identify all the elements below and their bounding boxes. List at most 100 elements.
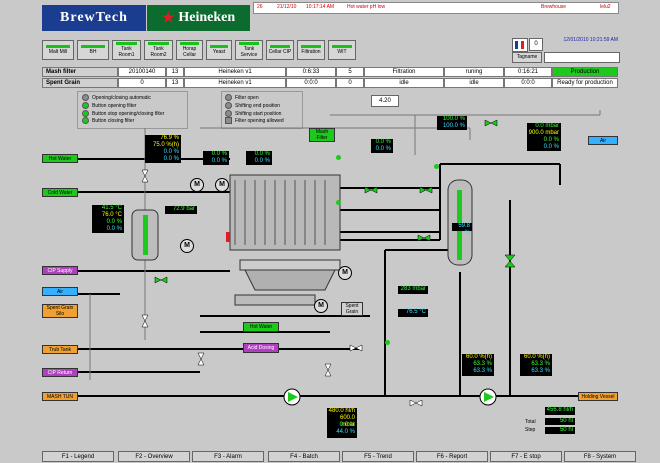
status-dot-icon <box>385 340 390 345</box>
alarm-user: lelu2 <box>600 4 611 10</box>
tag-mash-filter[interactable]: Mash Filter <box>309 128 335 142</box>
row-num: 13 <box>166 78 184 88</box>
row-brand: Heineken v1 <box>184 67 286 77</box>
display-pressure-bar: 72.9 bar <box>165 206 197 214</box>
nav-button[interactable]: BH <box>77 40 109 60</box>
status-dot-icon <box>336 200 341 205</box>
alarm-text: Hot water pH low <box>347 4 386 10</box>
display-step: 50 hl <box>545 427 575 434</box>
nav-button-label: Horap Cellar <box>182 46 197 58</box>
nav-button-label: Filtration <box>301 49 321 55</box>
tag-trub-tank[interactable]: Trub Tank <box>42 345 78 354</box>
nav-button[interactable]: Malt Mill <box>42 40 74 60</box>
tag-hot-water[interactable]: Hot Water <box>42 154 78 163</box>
status-lamp <box>148 42 169 45</box>
row-batch: 20100140 <box>118 67 166 77</box>
row-phase: Filtration <box>364 67 444 77</box>
function-key[interactable]: F6 - Report <box>416 451 488 462</box>
tagname-input[interactable] <box>544 52 620 63</box>
tag-air[interactable]: Air <box>42 287 78 296</box>
star-icon: ★ <box>161 10 175 26</box>
status-lamp <box>210 45 228 48</box>
tag-acid-dosing[interactable]: Acid Dosing <box>243 343 279 353</box>
display-valve-b: 0.0 % 0.0 % <box>246 151 272 165</box>
display-mbar: 283 mbar <box>398 286 428 294</box>
row-batch: 0 <box>118 78 166 88</box>
tag-air-right[interactable]: Air <box>588 136 618 145</box>
row-time1: 0:0:0 <box>286 78 336 88</box>
motor-icon[interactable]: M <box>215 178 229 192</box>
status-dot-icon <box>434 164 439 169</box>
nav-button-label: Yeast <box>212 49 226 55</box>
function-key[interactable]: F5 - Trend <box>342 451 414 462</box>
tag-holding-vessel[interactable]: Holding Vessel <box>578 392 618 401</box>
brewtech-logo: BrewTech <box>42 5 146 31</box>
status-lamp <box>332 45 352 48</box>
row-brand: Heineken v1 <box>184 78 286 88</box>
display-total: 50 hl <box>545 418 575 425</box>
status-lamp <box>270 45 290 48</box>
tag-spent-grain-silo[interactable]: Spent Grain Silo <box>42 304 78 318</box>
nav-button-label: WIT <box>337 49 347 55</box>
nav-button[interactable]: Filtration <box>297 40 325 60</box>
status-lamp <box>116 42 137 45</box>
status-lamp <box>180 42 199 45</box>
motor-icon[interactable]: M <box>180 239 194 253</box>
status-lamp <box>239 42 259 45</box>
clock: 12/01/2010 10:21:59 AM <box>563 37 619 43</box>
function-key[interactable]: F3 - Alarm <box>192 451 264 462</box>
function-key[interactable]: F2 - Overview <box>118 451 190 462</box>
function-key[interactable]: F7 - E stop <box>490 451 562 462</box>
tag-spent-grain[interactable]: Spent Grain <box>341 302 363 316</box>
row-step: 0 <box>336 78 364 88</box>
nav-button-label: Malt Mill <box>48 49 68 55</box>
tag-cip-supply[interactable]: CIP Supply <box>42 266 78 275</box>
heineken-logo: ★ Heineken <box>147 5 250 31</box>
flag-icon[interactable] <box>512 38 528 52</box>
counter-box: 0 <box>529 38 543 51</box>
row-state: runing <box>444 67 504 77</box>
status-lamp <box>46 45 70 48</box>
motor-icon[interactable]: M <box>314 299 328 313</box>
nav-button[interactable]: Tank Room1 <box>112 40 141 60</box>
nav-button[interactable]: Tank Room2 <box>144 40 173 60</box>
tag-hot-water-2[interactable]: Hot Water <box>243 322 279 332</box>
display-valve-d: 100.0 % 100.0 % <box>437 116 467 130</box>
nav-button-label: Tank Room1 <box>118 46 135 58</box>
function-key[interactable]: F8 - System <box>564 451 636 462</box>
nav-button[interactable]: Cellar CIP <box>266 40 294 60</box>
tag-cold-water[interactable]: Cold Water <box>42 188 78 197</box>
nav-button-label: BH <box>89 49 97 55</box>
function-key[interactable]: F4 - Batch <box>268 451 340 462</box>
display-total-flow: 456.8 hl/h <box>545 407 575 415</box>
function-key[interactable]: F1 - Legend <box>42 451 114 462</box>
nav-button[interactable]: WIT <box>328 40 356 60</box>
row-phase: idle <box>364 78 444 88</box>
nav-button[interactable]: Tank Service <box>235 40 263 60</box>
tag-cip-return[interactable]: CIP Return <box>42 368 78 377</box>
display-valve-c: 0.0 % 0.0 % <box>371 139 393 153</box>
alarm-time: 10:17:14 AM <box>306 4 335 10</box>
row-name: Spent Grain <box>42 78 118 88</box>
row-time2: 0:16:21 <box>504 67 552 77</box>
alarm-banner[interactable]: 26 21/12/10 10:17:14 AM Hot water pH low… <box>253 2 619 14</box>
display-flow: 480.0 hl/h 600.0 mbar 0.0 % 44.0 % <box>327 408 357 438</box>
display-valve-a: 0.0 % 0.0 % <box>203 151 229 165</box>
display-pump-right: 60.0 %(h) 63.3 % 63.3 % <box>520 354 552 376</box>
row-state: idle <box>444 78 504 88</box>
display-level: 59.8 % <box>452 223 472 236</box>
nav-button[interactable]: Yeast <box>206 40 232 60</box>
tagname-label: Tagname <box>512 52 542 63</box>
status-lamp <box>301 45 321 48</box>
display-temp: 76.5 °C <box>398 309 428 317</box>
row-time2: 0:0:0 <box>504 78 552 88</box>
total-step-labels: Total Step <box>525 419 536 433</box>
display-cold-water: 41.5 °C 76.0 °C 0.0 % 0.0 % <box>92 205 124 233</box>
display-air-pressure: 0.0 mbar 900.0 mbar 0.0 % 0.0 % <box>527 123 561 151</box>
nav-button[interactable]: Horap Cellar <box>176 40 203 60</box>
motor-icon[interactable]: M <box>190 178 204 192</box>
motor-icon[interactable]: M <box>338 266 352 280</box>
row-status: Ready for production <box>552 78 618 88</box>
tag-mash-tun[interactable]: MASH TUN <box>42 392 78 401</box>
status-lamp <box>81 45 105 48</box>
